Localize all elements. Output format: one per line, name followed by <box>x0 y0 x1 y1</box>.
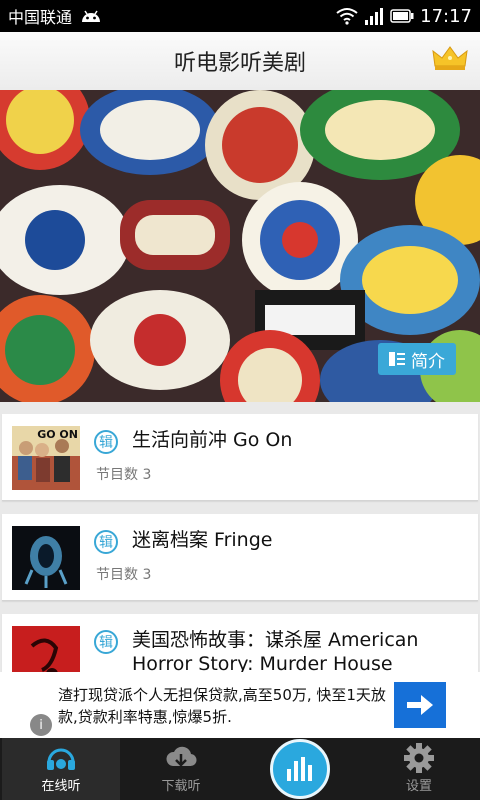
bottom-tab-bar: 在线听 下载听 设置 <box>0 738 480 800</box>
album-badge: 辑 <box>94 630 118 654</box>
show-name: 生活向前冲 Go On <box>132 429 293 451</box>
clock: 17:17 <box>420 5 472 27</box>
signal-icon <box>365 8 384 25</box>
ad-arrow-button[interactable] <box>394 682 446 728</box>
tab-download-listen[interactable]: 下载听 <box>122 738 240 800</box>
wifi-icon <box>336 8 358 25</box>
list-item[interactable]: GO ON 辑 生活向前冲 Go On 节目数 3 <box>2 414 478 501</box>
show-name: 迷离档案 Fringe <box>132 529 273 551</box>
gear-icon <box>404 743 434 773</box>
album-badge: 辑 <box>94 530 118 554</box>
equalizer-icon <box>287 757 312 781</box>
crown-icon[interactable] <box>432 44 468 72</box>
list-icon <box>389 352 405 366</box>
ad-text: 渣打现贷派个人无担保贷款,高至50万, 快至1天放款,贷款利率特惠,惊爆5折. <box>58 686 386 726</box>
tab-label: 下载听 <box>161 779 201 794</box>
carrier-name: 中国联通 <box>8 8 73 27</box>
episode-count: 节目数 3 <box>96 467 152 483</box>
arrow-right-icon <box>407 695 433 715</box>
episode-count: 节目数 3 <box>96 567 152 583</box>
now-playing-button[interactable] <box>270 739 330 799</box>
tab-label: 设置 <box>405 779 432 794</box>
android-icon <box>82 10 101 22</box>
download-icon <box>166 746 197 767</box>
show-thumbnail <box>12 526 80 590</box>
show-name: 美国恐怖故事：谋杀屋 American Horror Story: Murder… <box>132 629 419 675</box>
info-icon[interactable]: i <box>30 714 52 736</box>
headphones-icon <box>47 748 75 770</box>
tab-label: 在线听 <box>41 779 81 794</box>
intro-button[interactable]: 简介 <box>378 343 456 375</box>
thumb-title: GO ON <box>37 428 78 441</box>
title-bar: 听电影听美剧 <box>0 32 480 91</box>
show-thumbnail: GO ON <box>12 426 80 490</box>
intro-label: 简介 <box>411 351 445 372</box>
tab-settings[interactable]: 设置 <box>360 738 478 800</box>
album-badge: 辑 <box>94 430 118 454</box>
battery-icon <box>390 9 414 23</box>
list-item[interactable]: 辑 迷离档案 Fringe 节目数 3 <box>2 514 478 601</box>
ad-banner[interactable]: 渣打现贷派个人无担保贷款,高至50万, 快至1天放款,贷款利率特惠,惊爆5折. … <box>0 672 480 738</box>
page-title: 听电影听美剧 <box>173 51 306 76</box>
status-bar: 中国联通 17:17 <box>0 0 480 32</box>
tab-online-listen[interactable]: 在线听 <box>2 738 120 800</box>
